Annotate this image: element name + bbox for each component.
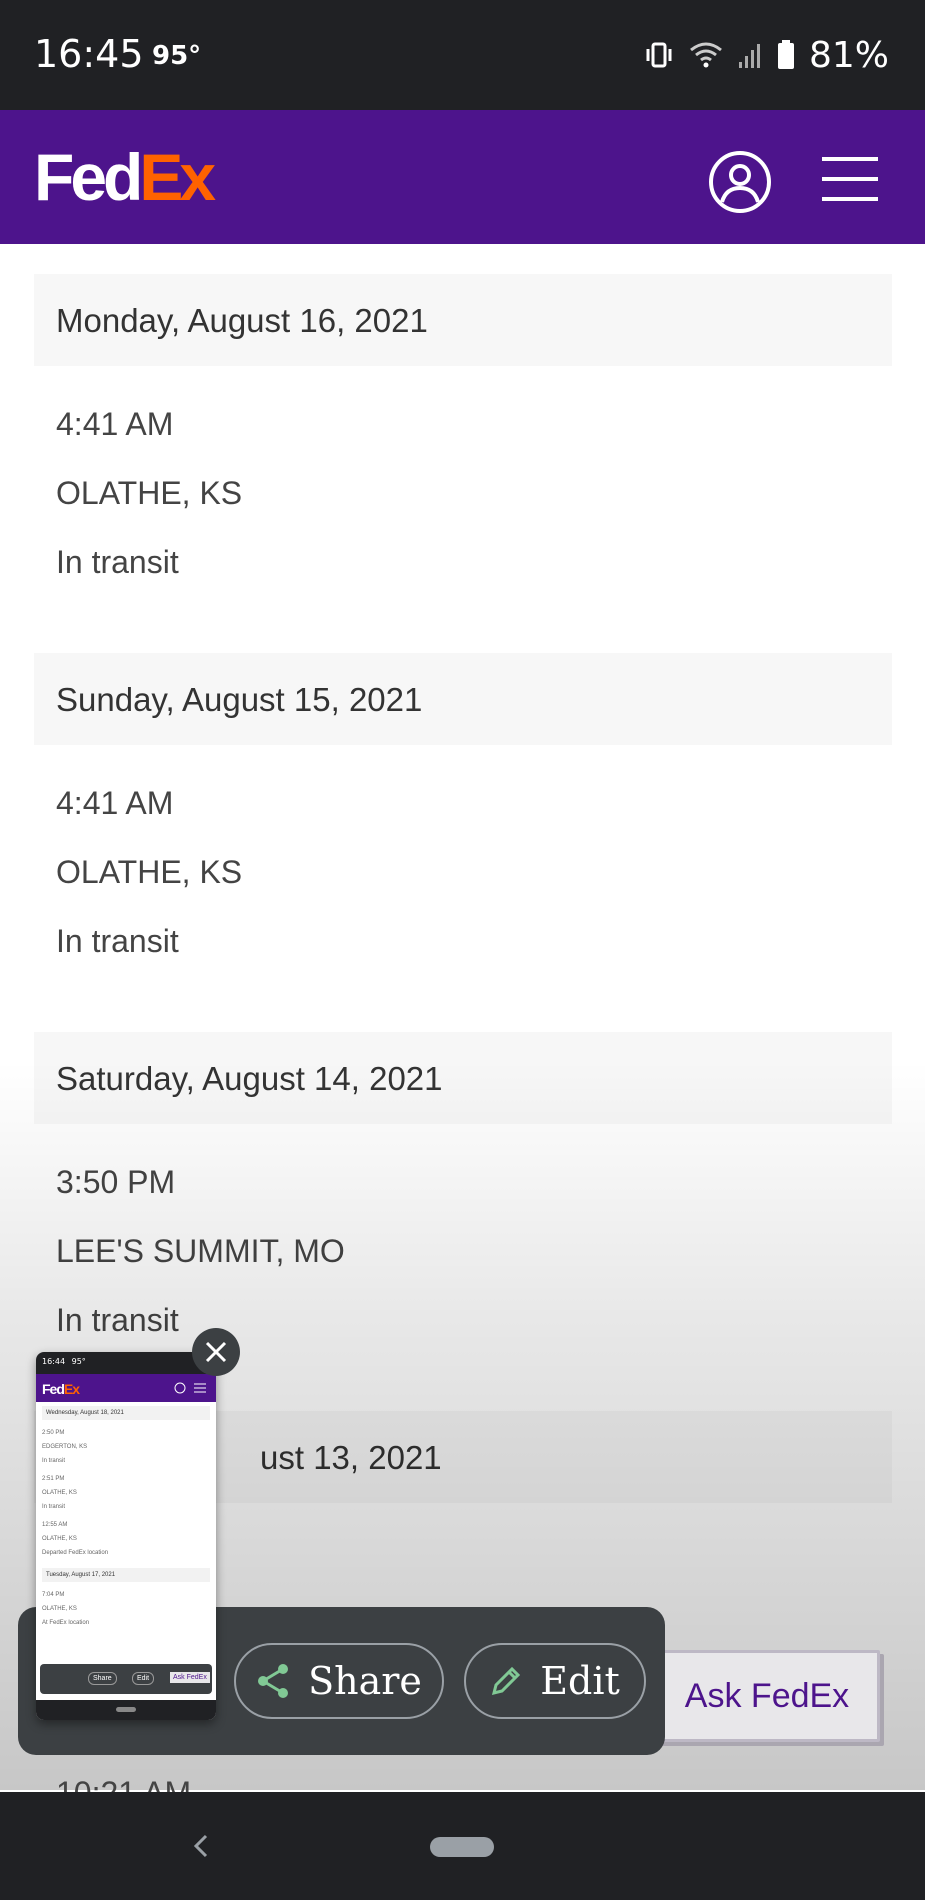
- day-header: Monday, August 16, 2021: [34, 274, 892, 366]
- thumbnail-temp: 95°: [71, 1357, 86, 1366]
- event-location: LEE'S SUMMIT, MO: [56, 1233, 345, 1269]
- thumbnail-line: Departed FedEx location: [42, 1550, 109, 1556]
- close-thumbnail-button[interactable]: [192, 1328, 240, 1376]
- thumbnail-line: OLATHE, KS: [42, 1536, 77, 1542]
- thumbnail-line: OLATHE, KS: [42, 1606, 77, 1612]
- fedex-header: FedEx: [0, 110, 925, 244]
- day-header: Sunday, August 15, 2021: [34, 653, 892, 745]
- event-location: OLATHE, KS: [56, 854, 243, 890]
- event-status: In transit: [56, 544, 179, 580]
- fedex-logo[interactable]: FedEx: [34, 144, 216, 210]
- logo-fed-text: Fed: [34, 140, 143, 214]
- share-button[interactable]: Share: [234, 1643, 444, 1719]
- status-time: 16:45: [34, 32, 144, 76]
- thumbnail-time: 16:44: [42, 1357, 66, 1366]
- signal-icon: [738, 44, 760, 68]
- screenshot-thumbnail[interactable]: 16:44 95° FedEx Wednesday, August 18, 20…: [36, 1352, 216, 1720]
- thumbnail-line: 2:50 PM: [42, 1430, 65, 1436]
- day-date: Saturday, August 14, 2021: [56, 1060, 443, 1097]
- status-bar: 16:45 95° 81%: [0, 0, 925, 110]
- ask-fedex-button[interactable]: Ask FedEx: [654, 1650, 880, 1742]
- edit-button[interactable]: Edit: [464, 1643, 646, 1719]
- thumbnail-line: EDGERTON, KS: [42, 1444, 88, 1450]
- day-date: Monday, August 16, 2021: [56, 302, 428, 339]
- battery-icon: [777, 40, 794, 69]
- thumbnail-user-icon: [174, 1382, 186, 1394]
- thumbnail-line: At FedEx location: [42, 1620, 90, 1626]
- thumbnail-line: 7:04 PM: [42, 1592, 65, 1598]
- edit-label: Edit: [540, 1659, 620, 1703]
- thumbnail-toolbar: Share Edit Ask FedEx: [40, 1664, 212, 1694]
- thumbnail-menu-icon: [194, 1383, 206, 1393]
- thumbnail-share: Share: [88, 1672, 117, 1685]
- thumbnail-ask: Ask FedEx: [170, 1672, 210, 1683]
- vibrate-icon: [646, 42, 672, 68]
- event-status: In transit: [56, 923, 179, 959]
- day-date: Sunday, August 15, 2021: [56, 681, 423, 718]
- day-date-partial: ust 13, 2021: [260, 1439, 442, 1476]
- thumbnail-edit: Edit: [132, 1672, 155, 1685]
- thumbnail-line: OLATHE, KS: [42, 1490, 77, 1496]
- home-handle[interactable]: [430, 1837, 494, 1857]
- thumbnail-nav-bar: [36, 1700, 216, 1720]
- share-icon: [258, 1664, 289, 1698]
- thumbnail-body: Wednesday, August 18, 2021 2:50 PM EDGER…: [36, 1402, 216, 1632]
- event-location: OLATHE, KS: [56, 475, 243, 511]
- thumbnail-day: Wednesday, August 18, 2021: [42, 1406, 210, 1420]
- thumbnail-day: Tuesday, August 17, 2021: [42, 1568, 210, 1582]
- close-icon: [205, 1341, 227, 1363]
- hamburger-menu-icon[interactable]: [820, 154, 880, 204]
- thumbnail-header: FedEx: [36, 1374, 216, 1402]
- pencil-icon: [492, 1666, 521, 1696]
- thumbnail-line: 12:55 AM: [42, 1522, 68, 1528]
- share-label: Share: [308, 1659, 422, 1703]
- event-time: 3:50 PM: [56, 1164, 176, 1200]
- thumbnail-logo: FedEx: [42, 1381, 80, 1397]
- event-time: 4:41 AM: [56, 785, 174, 821]
- thumbnail-line: In transit: [42, 1504, 66, 1510]
- wifi-icon: [690, 42, 722, 68]
- thumbnail-status-bar: 16:44 95°: [36, 1352, 216, 1374]
- day-header: Saturday, August 14, 2021: [34, 1032, 892, 1124]
- system-nav-bar: [0, 1792, 925, 1900]
- back-icon[interactable]: [186, 1826, 216, 1866]
- logo-ex-text: Ex: [139, 140, 216, 214]
- status-icons: 81%: [643, 30, 889, 80]
- tracking-event: 4:41 AM OLATHE, KS In transit: [0, 745, 925, 1032]
- battery-percentage: 81%: [808, 34, 889, 76]
- thumbnail-line: 2:51 PM: [42, 1476, 65, 1482]
- thumbnail-line: In transit: [42, 1458, 66, 1464]
- tracking-event: 4:41 AM OLATHE, KS In transit: [0, 366, 925, 653]
- status-temperature: 95°: [152, 41, 202, 71]
- event-time: 4:41 AM: [56, 406, 174, 442]
- user-account-icon[interactable]: [708, 150, 772, 214]
